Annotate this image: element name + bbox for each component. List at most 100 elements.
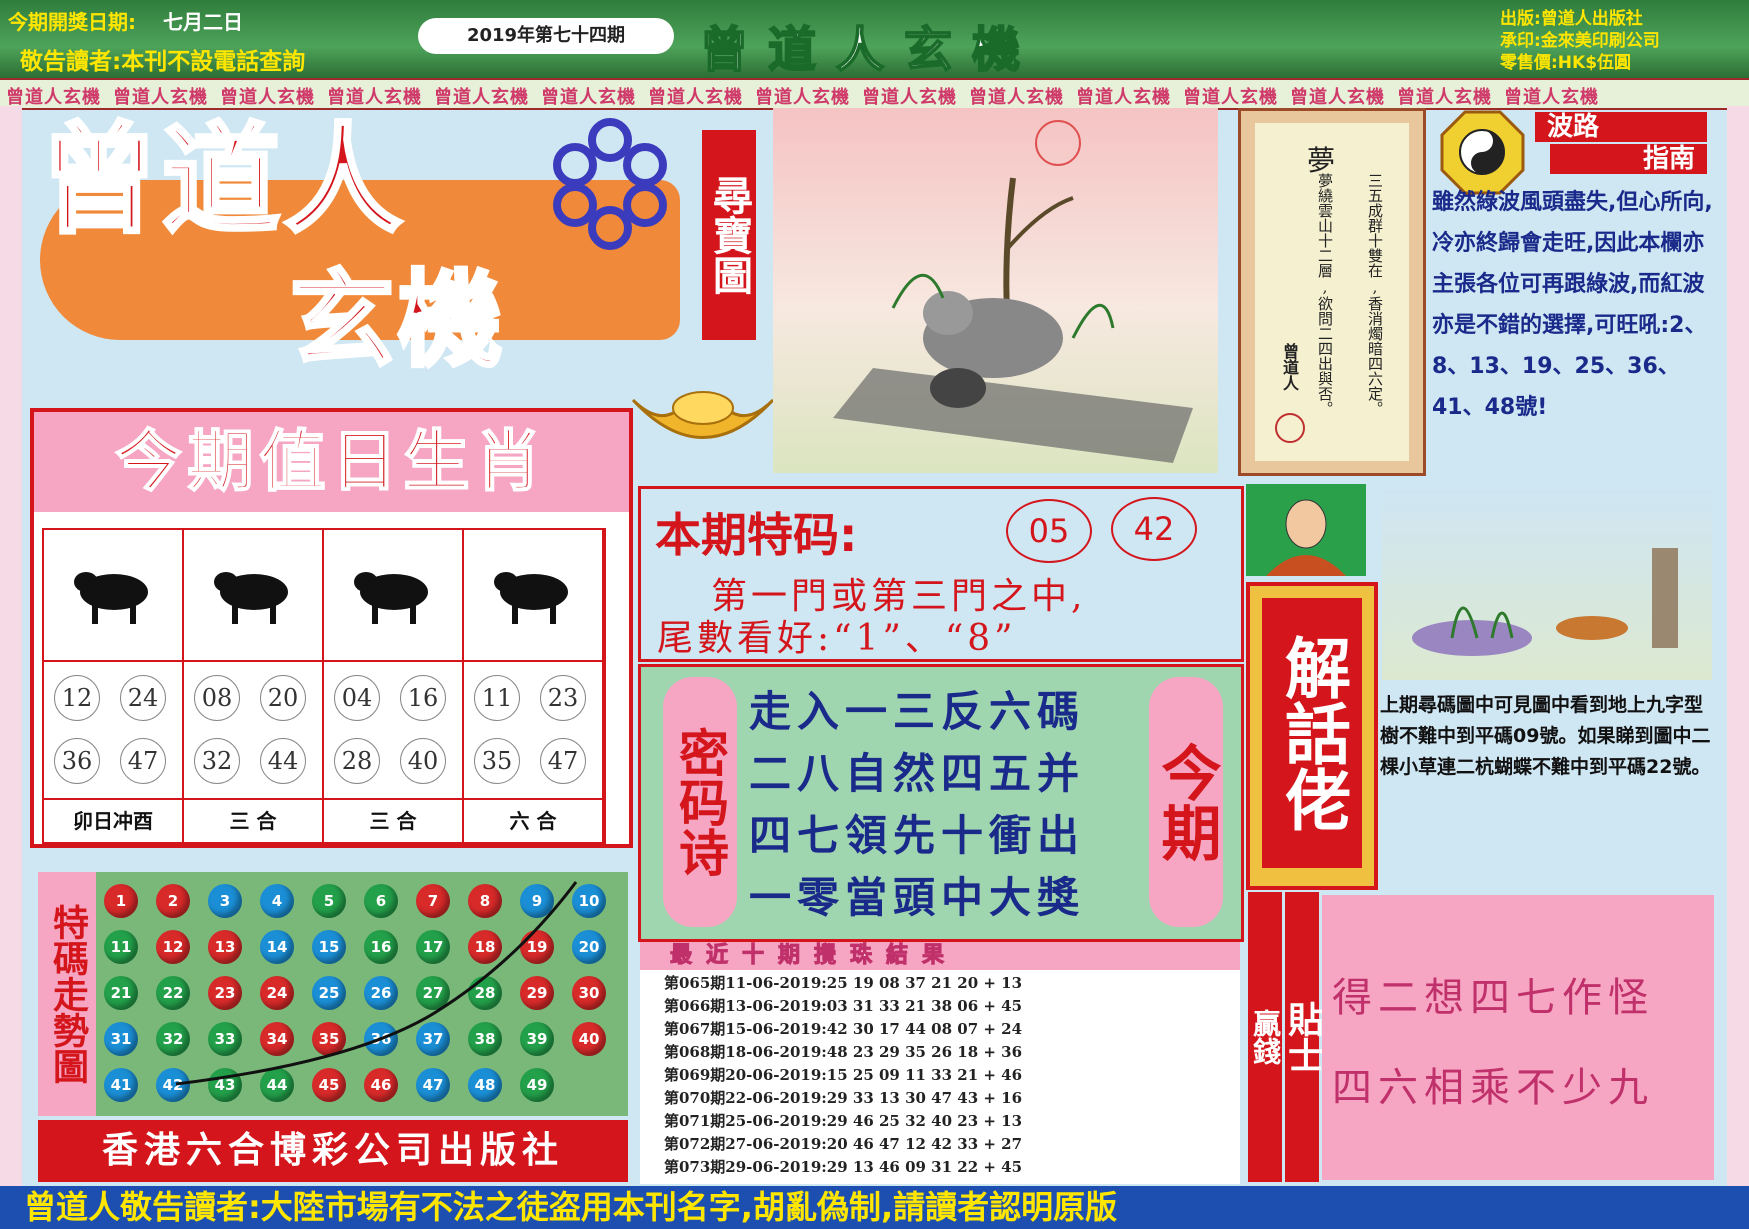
tips-panel: 得二想四七作怪 四六相乘不少九	[1322, 895, 1714, 1180]
zodiac-number: 35	[474, 738, 520, 784]
treasure-map-tag: 尋寶圖	[702, 130, 756, 340]
zodiac-number: 40	[400, 738, 446, 784]
history-title: 最近十期攪珠結果	[640, 942, 1240, 970]
dream-col-1: 三五成群十雙在,香消燭暗四六定。	[1366, 173, 1384, 416]
history-row: 第072期27-06-2019:20 46 47 12 42 33 + 27	[664, 1135, 1023, 1153]
border-text: 曾道人玄機	[434, 87, 529, 108]
zodiac-number: 47	[540, 738, 586, 784]
dream-col-2: 夢繞雲山十二層,欲問二四出與否。	[1316, 173, 1334, 416]
history-panel: 最近十期攪珠結果 第065期11-06-2019:25 19 08 37 21 …	[640, 942, 1240, 1184]
sage-illustration	[1246, 484, 1366, 576]
special-num-1: 05	[1006, 499, 1092, 563]
poem-tag: 密码诗	[663, 677, 737, 927]
history-row: 第071期25-06-2019:29 46 25 32 40 23 + 13	[664, 1112, 1023, 1130]
history-row: 第070期22-06-2019:29 33 13 30 47 43 + 16	[664, 1089, 1023, 1107]
zodiac-number: 28	[334, 738, 380, 784]
draw-date-value: 七月二日	[162, 10, 243, 34]
zodiac-number: 44	[260, 738, 306, 784]
zodiac-animal-icon	[44, 530, 182, 662]
publisher-footer: 香港六合博彩公司出版社	[38, 1120, 628, 1182]
newspaper-page: 今期開獎日期: 七月二日 敬告讀者:本刊不設電話查詢 2019年第七十四期 曾道…	[0, 0, 1749, 1229]
logo-line2: 玄機	[288, 258, 507, 381]
trend-curve	[175, 881, 578, 1086]
tips-label-2: 貼士	[1282, 892, 1323, 1182]
logo-line1: 曾道人	[38, 110, 407, 249]
header-title: 曾道人玄機	[699, 21, 1041, 79]
draw-date-label: 今期開獎日期:	[8, 10, 136, 34]
zodiac-number: 20	[260, 675, 306, 721]
zodiac-number: 47	[120, 738, 166, 784]
cat-scene-illustration	[833, 120, 1193, 463]
border-text: 曾道人玄機	[1290, 87, 1385, 108]
zodiac-number: 11	[474, 675, 520, 721]
zodiac-relation-label: 卯日冲酉	[44, 798, 182, 844]
zodiac-animal-icon	[184, 530, 322, 662]
history-row: 第065期11-06-2019:25 19 08 37 21 20 + 13	[664, 974, 1023, 992]
price-label: 零售價:HK$伍圓	[1500, 53, 1632, 73]
issue-number: 2019年第七十四期	[418, 18, 674, 54]
tips-line-2: 四六相乘不少九	[1332, 1065, 1654, 1111]
zodiac-column: 12 24 36 47 卯日冲酉	[44, 530, 184, 842]
trend-title: 特碼走勢圖	[38, 872, 96, 1116]
special-label: 本期特码:	[655, 508, 858, 562]
zodiac-column: 04 16 28 40 三 合	[324, 530, 464, 842]
poem-lines: 走入一三反六碼 二八自然四五并 四七領先十衝出 一零當頭中大獎	[749, 681, 1119, 929]
poem-line-4: 一零當頭中大獎	[749, 873, 1086, 922]
jiehua-text: 上期尋碼圖中可見圖中看到地上九字型樹不難中到平碼09號。如果睇到圖中二棵小草連二…	[1380, 694, 1711, 778]
poem-line-1: 走入一三反六碼	[749, 687, 1086, 736]
poem-line-2: 二八自然四五并	[749, 749, 1086, 798]
dream-panel: 夢 三五成群十雙在,香消燭暗四六定。 夢繞雲山十二層,欲問二四出與否。 曾道人	[1238, 108, 1426, 476]
left-border-strip	[0, 106, 22, 1186]
zodiac-relation-label: 三 合	[184, 798, 322, 844]
border-text: 曾道人玄機	[327, 87, 422, 108]
trend-panel: 特碼走勢圖 1 2 3 4 5 6 7 8 9 10 11 12 13 14 15 16 17 18 19 20 21 2…	[38, 872, 628, 1116]
olympic-rings-icon	[553, 118, 667, 250]
tips-label-1: 贏錢	[1248, 892, 1282, 1182]
wave-text: 雖然綠波風頭盡失,但心所向,冷亦終歸會走旺,因此本欄亦主張各位可再跟綠波,而紅波…	[1432, 190, 1713, 420]
border-text: 曾道人玄機	[1397, 87, 1492, 108]
border-text: 曾道人玄機	[648, 87, 743, 108]
border-text: 曾道人玄機	[969, 87, 1064, 108]
zodiac-number: 32	[194, 738, 240, 784]
zodiac-animal-icon	[324, 530, 462, 662]
bonsai-dog-illustration	[1412, 548, 1678, 656]
zodiac-number: 08	[194, 675, 240, 721]
zodiac-number: 23	[540, 675, 586, 721]
zodiac-animal-icon	[464, 530, 602, 662]
history-row: 第068期18-06-2019:48 23 29 35 26 18 + 36	[664, 1043, 1023, 1061]
zodiac-grid: 12 24 36 47 卯日冲酉 08 20 32 44 三 合 04 16 28 40 三 合 11 23 35…	[42, 528, 606, 844]
border-text: 曾道人玄機	[541, 87, 636, 108]
poem-line-3: 四七領先十衝出	[749, 811, 1086, 860]
dream-signature: 曾道人	[1280, 343, 1299, 391]
poem-panel: 密码诗 走入一三反六碼 二八自然四五并 四七領先十衝出 一零當頭中大獎 今期	[638, 664, 1244, 942]
dream-paper: 夢 三五成群十雙在,香消燭暗四六定。 夢繞雲山十二層,欲問二四出與否。 曾道人	[1255, 123, 1409, 461]
border-text: 曾道人玄機	[755, 87, 850, 108]
bottom-notice-bar: 曾道人敬告讀者:大陸市場有不法之徒盗用本刊名字,胡亂偽制,請讀者認明原版	[0, 1186, 1749, 1229]
top-border-strip: 曾道人玄機 曾道人玄機 曾道人玄機 曾道人玄機 曾道人玄機 曾道人玄機 曾道人玄機 曾道人玄機…	[0, 78, 1749, 110]
draw-date: 今期開獎日期: 七月二日	[8, 6, 243, 35]
wave-title-2: 指南	[1550, 144, 1707, 174]
history-row: 第069期20-06-2019:15 25 09 11 33 21 + 46	[664, 1066, 1023, 1084]
zodiac-panel: 今期值日生肖 12 24 36 47 卯日冲酉 08 20 32 44 三 合 04 16 28 40 三 …	[30, 408, 633, 848]
notice-no-phone: 敬告讀者:本刊不設電話查詢	[20, 49, 306, 75]
history-row: 第073期29-06-2019:29 13 46 09 31 22 + 45	[664, 1158, 1023, 1176]
border-text: 曾道人玄機	[1504, 87, 1599, 108]
special-num-2: 42	[1111, 497, 1197, 561]
gold-ingot-icon	[631, 391, 775, 439]
zodiac-number: 12	[54, 675, 100, 721]
history-rows: 第065期11-06-2019:25 19 08 37 21 20 + 13 第0…	[640, 970, 1240, 1179]
jiehua-panel: 解話佬	[1246, 582, 1378, 890]
zodiac-number: 24	[120, 675, 166, 721]
seal-stamp-icon	[1275, 413, 1305, 443]
right-border-strip	[1727, 106, 1749, 1186]
border-text: 曾道人玄機	[862, 87, 957, 108]
zodiac-relation-label: 三 合	[324, 798, 462, 844]
special-number-panel: 本期特码: 05 42 第一門或第三門之中, 尾數看好:“1”、“8”	[638, 486, 1244, 662]
zodiac-number: 16	[400, 675, 446, 721]
border-text: 曾道人玄機	[113, 87, 208, 108]
zodiac-relation-label: 六 合	[464, 798, 602, 844]
bottom-notice: 曾道人敬告讀者:大陸市場有不法之徒盗用本刊名字,胡亂偽制,請讀者認明原版	[24, 1188, 1118, 1226]
border-text: 曾道人玄機	[1183, 87, 1278, 108]
zodiac-column: 08 20 32 44 三 合	[184, 530, 324, 842]
history-row: 第067期15-06-2019:42 30 17 44 08 07 + 24	[664, 1020, 1023, 1038]
